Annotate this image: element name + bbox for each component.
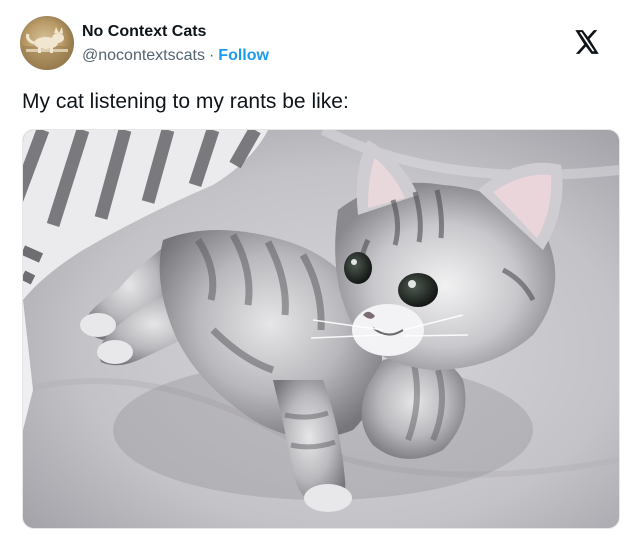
handle-row: @nocontextscats · Follow [82, 46, 269, 66]
tweet-header: No Context Cats @nocontextscats · Follow [20, 14, 620, 74]
avatar-cat-icon [20, 27, 74, 70]
x-logo-icon[interactable] [574, 30, 600, 54]
account-handle[interactable]: @nocontextscats [82, 47, 205, 64]
tweet-text: My cat listening to my rants be like: [22, 90, 349, 113]
photo-kitten-image [23, 130, 619, 528]
display-name[interactable]: No Context Cats [82, 22, 206, 42]
tweet-card: No Context Cats @nocontextscats · Follow M… [0, 0, 640, 537]
follow-button[interactable]: Follow [218, 47, 269, 64]
separator-dot: · [208, 47, 215, 64]
avatar[interactable] [20, 16, 74, 70]
tweet-photo[interactable] [22, 129, 620, 529]
